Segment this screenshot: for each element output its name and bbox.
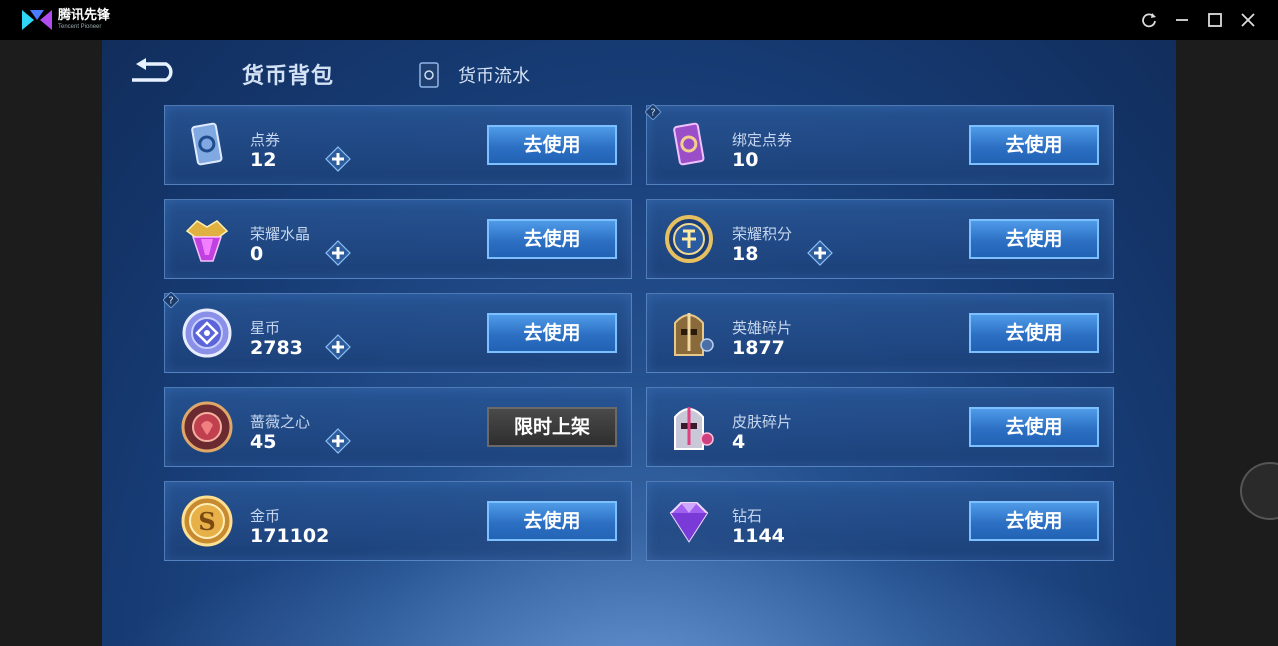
currency-value: 0 bbox=[250, 243, 264, 265]
currency-name: 蔷薇之心 bbox=[250, 413, 311, 431]
use-button[interactable]: 去使用 bbox=[969, 125, 1099, 165]
page-title: 货币背包 bbox=[242, 64, 335, 89]
currency-value: 1877 bbox=[732, 337, 785, 359]
currency-card-gold-coin: S 金币 171102 去使用 bbox=[164, 481, 632, 561]
glory-points-icon bbox=[665, 215, 713, 263]
hero-fragment-icon bbox=[674, 313, 714, 356]
currency-card-bound-voucher: ? 绑定点券 10 去使用 bbox=[645, 104, 1114, 185]
voucher-icon bbox=[191, 122, 223, 166]
plus-icon[interactable] bbox=[325, 428, 351, 454]
back-arrow-icon[interactable] bbox=[128, 58, 184, 88]
close-icon[interactable] bbox=[1239, 11, 1257, 29]
use-button[interactable]: 去使用 bbox=[487, 125, 617, 165]
currency-name: 荣耀积分 bbox=[732, 225, 793, 243]
currency-card-hero-fragment: 英雄碎片 1877 去使用 bbox=[646, 293, 1114, 373]
currency-value: 18 bbox=[732, 243, 759, 265]
bound-voucher-icon bbox=[673, 122, 705, 166]
currency-value: 171102 bbox=[250, 525, 330, 547]
help-icon[interactable]: ? bbox=[163, 292, 179, 308]
svg-text:?: ? bbox=[168, 296, 173, 307]
currency-name: 金币 bbox=[250, 507, 281, 525]
rose-heart-icon bbox=[181, 401, 233, 453]
currency-value: 10 bbox=[732, 149, 759, 171]
currency-name: 星币 bbox=[250, 319, 281, 337]
voucher-card-icon bbox=[419, 62, 439, 88]
currency-value: 2783 bbox=[250, 337, 303, 359]
plus-icon[interactable] bbox=[325, 334, 351, 360]
currency-name: 皮肤碎片 bbox=[732, 413, 793, 431]
plus-icon[interactable] bbox=[325, 146, 351, 172]
use-button[interactable]: 去使用 bbox=[969, 313, 1099, 353]
use-button[interactable]: 去使用 bbox=[487, 219, 617, 259]
maximize-icon[interactable] bbox=[1206, 11, 1224, 29]
skin-fragment-icon bbox=[674, 407, 714, 450]
currency-name: 英雄碎片 bbox=[732, 319, 793, 337]
app-subname: Tencent Pioneer bbox=[58, 24, 102, 30]
use-button[interactable]: 去使用 bbox=[487, 313, 617, 353]
currency-card-rose-heart: 蔷薇之心 45 限时上架 bbox=[164, 387, 632, 467]
app-logo-icon bbox=[22, 10, 52, 30]
help-icon[interactable]: ? bbox=[645, 104, 661, 120]
game-screen: 货币背包 货币流水 点券 12 去使用 ? 绑定点券 10 去使用 荣耀水晶 0… bbox=[102, 40, 1176, 646]
use-button[interactable]: 去使用 bbox=[969, 407, 1099, 447]
app-name: 腾讯先锋 bbox=[58, 8, 111, 23]
svg-text:?: ? bbox=[650, 108, 655, 119]
minimize-icon[interactable] bbox=[1173, 11, 1191, 29]
currency-card-glory-crystal: 荣耀水晶 0 去使用 bbox=[164, 199, 632, 279]
left-letterbox bbox=[0, 40, 102, 646]
currency-value: 12 bbox=[250, 149, 277, 171]
star-coin-icon bbox=[182, 308, 232, 358]
use-button[interactable]: 去使用 bbox=[969, 501, 1099, 541]
right-letterbox bbox=[1176, 40, 1278, 646]
currency-card-voucher: 点券 12 去使用 bbox=[164, 105, 632, 185]
diamond-icon bbox=[669, 502, 709, 543]
currency-card-diamond: 钻石 1144 去使用 bbox=[646, 481, 1114, 561]
use-button[interactable]: 去使用 bbox=[969, 219, 1099, 259]
plus-icon[interactable] bbox=[325, 240, 351, 266]
currency-name: 荣耀水晶 bbox=[250, 225, 311, 243]
refresh-icon[interactable] bbox=[1140, 11, 1158, 29]
currency-name: 点券 bbox=[250, 131, 281, 149]
currency-name: 绑定点券 bbox=[732, 131, 793, 149]
currency-card-skin-fragment: 皮肤碎片 4 去使用 bbox=[646, 387, 1114, 467]
currency-value: 45 bbox=[250, 431, 277, 453]
currency-card-star-coin: ? 星币 2783 去使用 bbox=[163, 292, 632, 373]
limited-time-button[interactable]: 限时上架 bbox=[487, 407, 617, 447]
currency-value: 1144 bbox=[732, 525, 785, 547]
currency-flow-label: 货币流水 bbox=[458, 66, 530, 87]
title-bar: 腾讯先锋 Tencent Pioneer bbox=[0, 0, 1278, 40]
gold-coin-icon: S bbox=[181, 495, 233, 547]
currency-name: 钻石 bbox=[732, 507, 763, 525]
currency-card-glory-points: 荣耀积分 18 去使用 bbox=[646, 199, 1114, 279]
plus-icon[interactable] bbox=[807, 240, 833, 266]
use-button[interactable]: 去使用 bbox=[487, 501, 617, 541]
glory-crystal-icon bbox=[185, 220, 229, 262]
currency-value: 4 bbox=[732, 431, 746, 453]
svg-text:S: S bbox=[198, 507, 215, 536]
